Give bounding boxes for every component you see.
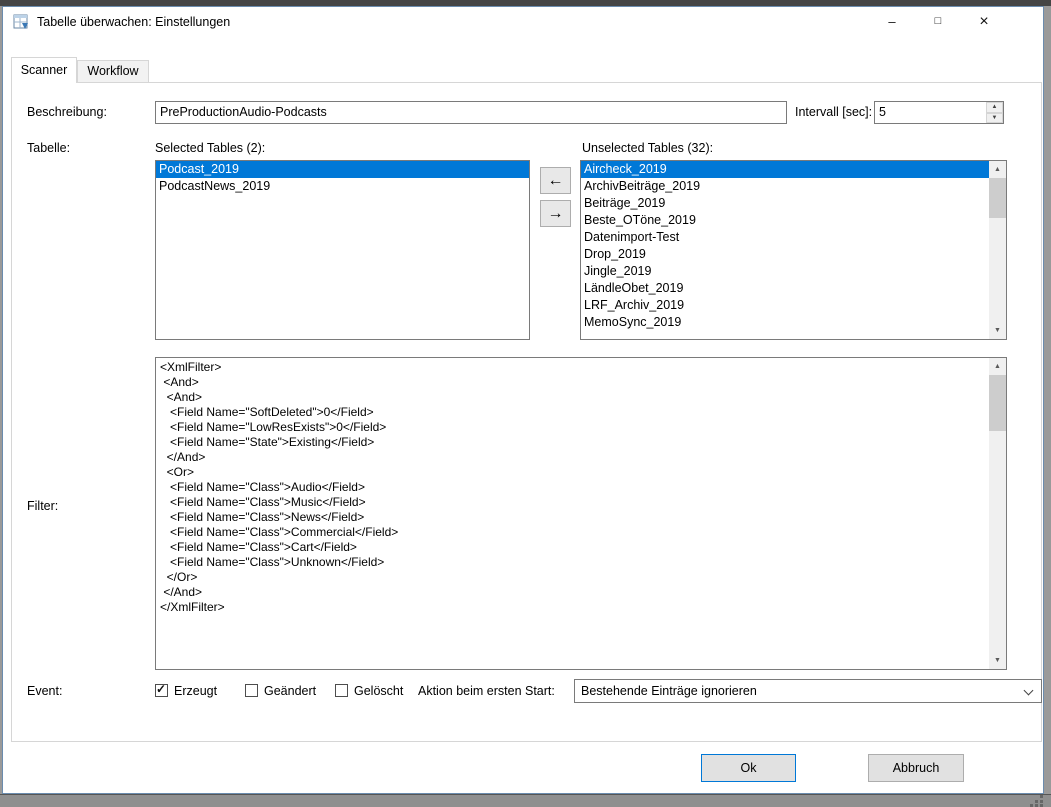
minimize-button[interactable]: – (869, 7, 915, 36)
selected-tables-list[interactable]: Podcast_2019 PodcastNews_2019 (155, 160, 530, 340)
aktion-dropdown-value: Bestehende Einträge ignorieren (581, 684, 757, 698)
list-item[interactable]: PodcastNews_2019 (156, 178, 529, 195)
intervall-label: Intervall [sec]: (795, 105, 872, 119)
checkbox-erzeugt[interactable] (155, 684, 168, 697)
close-icon: × (979, 13, 988, 31)
event-label: Event: (27, 684, 62, 698)
list-item[interactable]: Jingle_2019 (581, 263, 989, 280)
list-item[interactable]: Podcast_2019 (156, 161, 529, 178)
scroll-down-button[interactable]: ▼ (989, 652, 1006, 669)
minimize-icon: – (888, 14, 895, 29)
list-item[interactable]: Drop_2019 (581, 246, 989, 263)
filter-label: Filter: (27, 499, 58, 513)
arrow-right-icon: → (548, 205, 564, 223)
spin-down-button[interactable]: ▼ (986, 113, 1003, 124)
filter-scrollbar[interactable]: ▲ ▼ (989, 358, 1006, 669)
list-item[interactable]: Datenimport-Test (581, 229, 989, 246)
scroll-down-icon: ▼ (994, 657, 1001, 664)
unselected-list-scrollbar[interactable]: ▲ ▼ (989, 161, 1006, 339)
cancel-button[interactable]: Abbruch (868, 754, 964, 782)
app-icon (13, 14, 29, 30)
beschreibung-input[interactable]: PreProductionAudio-Podcasts (155, 101, 787, 124)
chevron-down-icon (1024, 686, 1034, 696)
spin-up-button[interactable]: ▲ (986, 102, 1003, 113)
list-item[interactable]: ArchivBeiträge_2019 (581, 178, 989, 195)
scanner-tab-panel: Beschreibung: PreProductionAudio-Podcast… (11, 82, 1042, 742)
settings-dialog: Tabelle überwachen: Einstellungen – □ × … (2, 6, 1044, 794)
selected-tables-label: Selected Tables (2): (155, 141, 265, 155)
spin-up-icon: ▲ (992, 104, 998, 110)
intervall-value[interactable]: 5 (879, 102, 886, 123)
background-window-bottom-edge (0, 794, 1051, 807)
aktion-label: Aktion beim ersten Start: (418, 684, 555, 698)
move-left-button[interactable]: ← (540, 167, 571, 194)
filter-xml-text[interactable]: <XmlFilter> <And> <And> <Field Name="Sof… (156, 358, 1006, 617)
scroll-up-button[interactable]: ▲ (989, 161, 1006, 178)
tabelle-label: Tabelle: (27, 141, 70, 155)
scroll-up-icon: ▲ (994, 166, 1001, 173)
checkbox-geaendert[interactable] (245, 684, 258, 697)
list-item[interactable]: LändleObet_2019 (581, 280, 989, 297)
scrollbar-thumb[interactable] (989, 375, 1006, 431)
scroll-up-icon: ▲ (994, 363, 1001, 370)
intervall-spinner[interactable]: 5 ▲ ▼ (874, 101, 1004, 124)
screen: Tabelle überwachen: Einstellungen – □ × … (0, 0, 1051, 807)
aktion-dropdown[interactable]: Bestehende Einträge ignorieren (574, 679, 1042, 703)
unselected-tables-label: Unselected Tables (32): (582, 141, 713, 155)
list-item[interactable]: Beste_OTöne_2019 (581, 212, 989, 229)
list-item[interactable]: LRF_Archiv_2019 (581, 297, 989, 314)
move-right-button[interactable]: → (540, 200, 571, 227)
window-title: Tabelle überwachen: Einstellungen (37, 7, 230, 37)
ok-button[interactable]: Ok (701, 754, 796, 782)
scroll-down-icon: ▼ (994, 327, 1001, 334)
maximize-icon: □ (935, 15, 942, 27)
checkbox-geloescht-label[interactable]: Gelöscht (354, 684, 403, 698)
filter-box[interactable]: <XmlFilter> <And> <And> <Field Name="Sof… (155, 357, 1007, 670)
beschreibung-label: Beschreibung: (27, 105, 107, 119)
arrow-left-icon: ← (548, 172, 564, 190)
spin-down-icon: ▼ (992, 115, 998, 121)
checkbox-geloescht[interactable] (335, 684, 348, 697)
scroll-down-button[interactable]: ▼ (989, 322, 1006, 339)
tab-workflow[interactable]: Workflow (77, 60, 149, 83)
title-bar[interactable]: Tabelle überwachen: Einstellungen – □ × (3, 7, 1043, 37)
resize-grip-icon[interactable] (1030, 795, 1044, 807)
tab-scanner[interactable]: Scanner (11, 57, 77, 83)
scrollbar-thumb[interactable] (989, 178, 1006, 218)
maximize-button[interactable]: □ (915, 7, 961, 36)
unselected-tables-list[interactable]: Aircheck_2019 ArchivBeiträge_2019 Beiträ… (580, 160, 1007, 340)
close-button[interactable]: × (961, 7, 1007, 36)
checkbox-erzeugt-label[interactable]: Erzeugt (174, 684, 217, 698)
list-item[interactable]: MemoSync_2019 (581, 314, 989, 331)
list-item[interactable]: Beiträge_2019 (581, 195, 989, 212)
scroll-up-button[interactable]: ▲ (989, 358, 1006, 375)
list-item[interactable]: Aircheck_2019 (581, 161, 989, 178)
checkbox-geaendert-label[interactable]: Geändert (264, 684, 316, 698)
